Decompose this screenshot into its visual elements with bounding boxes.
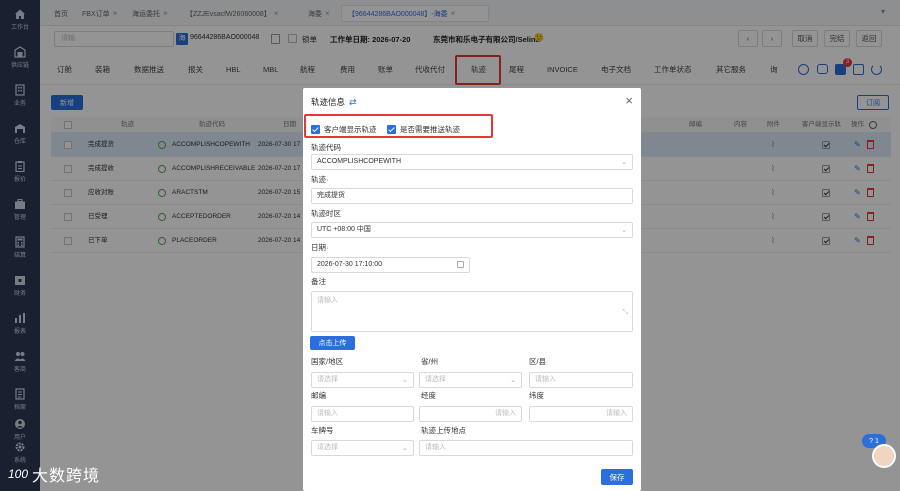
upload-button[interactable]: 点击上传 [310,336,355,350]
date-label: 日期· [311,243,329,252]
watermark: 100 大数跨境 [8,462,100,486]
zip-label: 邮编 [311,391,326,400]
province-select[interactable]: 请选择 ⌄ [419,372,522,388]
select-placeholder: 请选择 [425,376,446,383]
country-label: 国家/地区 [311,357,344,366]
country-select[interactable]: 请选择 ⌄ [311,372,414,388]
district-input[interactable]: 请输入 [529,372,633,388]
longitude-label: 经度 [421,391,436,400]
help-count: 1 [875,437,879,445]
remark-textarea[interactable]: 请输入 ⤡ [311,291,633,332]
sliders-icon[interactable]: ⇄ [349,97,357,108]
checkbox-label: 是否需要推送轨迹 [400,125,460,134]
calendar-icon [457,261,464,268]
chevron-down-icon: ⌄ [402,377,408,384]
zip-input[interactable]: 请输入 [311,406,414,422]
expand-icon: ⤡ [622,309,628,316]
client-display-checkbox[interactable]: 客户端显示轨迹 [311,124,377,135]
district-label: 区/县 [529,357,547,366]
track-info-dialog: 轨迹信息 ⇄ × 客户端显示轨迹 是否需要推送轨迹 轨迹代码 ACCOMPLIS… [303,88,641,491]
checkbox-label: 客户端显示轨迹 [324,125,377,134]
timezone-select[interactable]: UTC +08:00 中国 ⌄ [311,222,633,238]
latitude-input[interactable]: 请输入 [529,406,633,422]
plate-select[interactable]: 请选择 ⌄ [311,440,414,456]
latitude-label: 纬度 [529,391,544,400]
textarea-placeholder: 请输入 [317,297,338,304]
timezone-label: 轨迹时区 [311,209,341,218]
date-value: 2026-07-30 17:10:00 [317,261,382,268]
select-placeholder: 请选择 [317,444,338,451]
select-placeholder: 请选择 [317,376,338,383]
dialog-title-text: 轨迹信息 [311,97,346,107]
chevron-down-icon: ⌄ [621,159,627,166]
select-value: UTC +08:00 中国 [317,226,371,233]
save-button[interactable]: 保存 [601,469,633,485]
chevron-down-icon: ⌄ [621,227,627,234]
upload-place-label: 轨迹上传地点 [421,426,466,435]
close-icon[interactable]: × [625,93,633,108]
province-label: 省/州 [421,357,439,366]
watermark-logo: 100 [8,467,29,481]
question-icon: ? [869,437,873,445]
watermark-text: 大数跨境 [32,468,101,485]
longitude-input[interactable]: 请输入 [419,406,522,422]
track-code-label: 轨迹代码 [311,143,341,152]
track-label: 轨迹· [311,175,329,184]
push-track-checkbox[interactable]: 是否需要推送轨迹 [387,124,460,135]
upload-place-input[interactable]: 请输入 [419,440,633,456]
track-code-select[interactable]: ACCOMPLISHCOPEWITH ⌄ [311,154,633,170]
date-picker[interactable]: 2026-07-30 17:10:00 [311,257,470,273]
checkbox-checked-icon [311,125,320,134]
checkbox-checked-icon [387,125,396,134]
remark-label: 备注 [311,277,326,286]
select-value: ACCOMPLISHCOPEWITH [317,158,402,165]
track-input[interactable]: 完成提货 [311,188,633,204]
chevron-down-icon: ⌄ [510,377,516,384]
plate-label: 车牌号 [311,426,334,435]
dialog-title: 轨迹信息 ⇄ [311,96,357,108]
chevron-down-icon: ⌄ [402,445,408,452]
avatar[interactable] [872,444,896,468]
